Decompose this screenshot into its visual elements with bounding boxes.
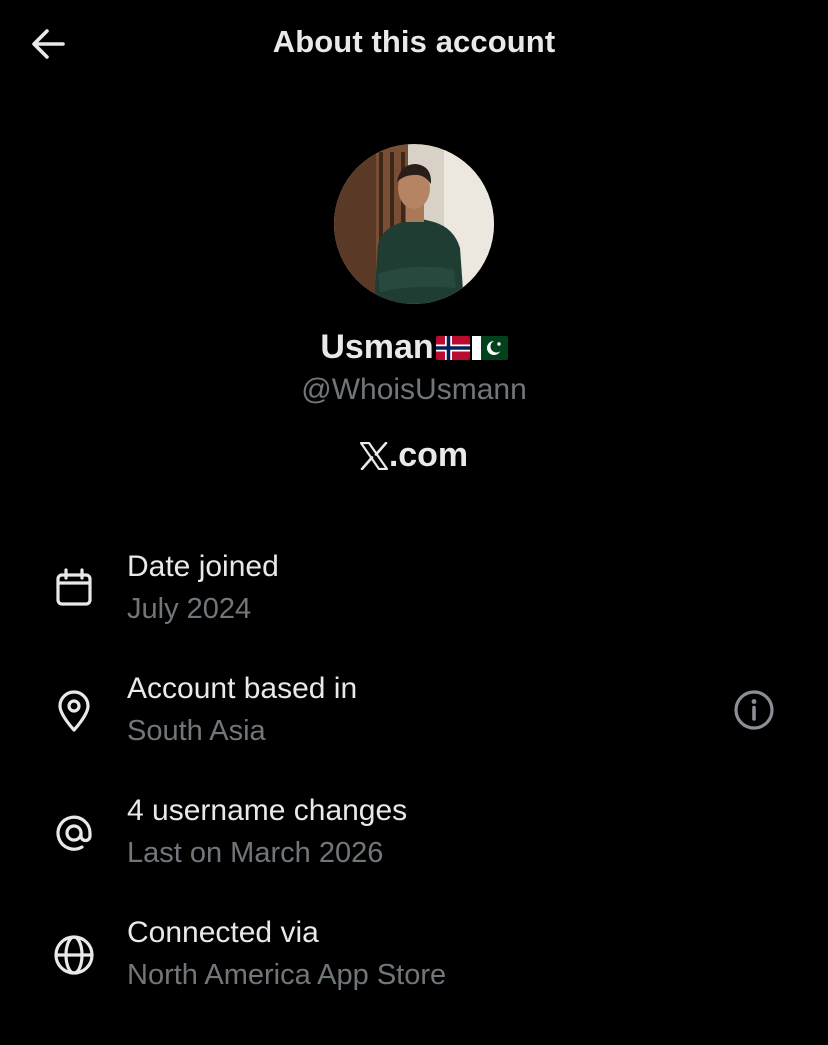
row-label: Account based in bbox=[127, 672, 358, 705]
calendar-icon bbox=[50, 564, 98, 612]
avatar[interactable] bbox=[334, 144, 494, 304]
info-button[interactable] bbox=[728, 686, 780, 738]
row-label: 4 username changes bbox=[127, 794, 408, 827]
username-handle: @WhoisUsmann bbox=[301, 373, 527, 406]
location-pin-icon bbox=[50, 687, 98, 735]
info-icon bbox=[732, 688, 776, 737]
flag-pakistan-icon bbox=[471, 335, 508, 360]
row-value: North America App Store bbox=[127, 959, 447, 991]
account-based-in-row: Account based in South Asia bbox=[0, 670, 828, 780]
row-label: Date joined bbox=[127, 550, 279, 583]
display-name: Usman bbox=[320, 328, 434, 366]
row-label: Connected via bbox=[127, 916, 319, 949]
header-bar: About this account bbox=[0, 0, 828, 90]
connected-via-row: Connected via North America App Store bbox=[0, 914, 828, 1024]
x-logo-icon bbox=[359, 441, 388, 470]
at-sign-icon bbox=[50, 809, 98, 857]
display-name-row: Usman bbox=[0, 328, 828, 367]
date-joined-row: Date joined July 2024 bbox=[0, 548, 828, 658]
globe-icon bbox=[50, 931, 98, 979]
account-source: .com bbox=[0, 436, 828, 475]
flag-norway-icon bbox=[435, 335, 470, 360]
page-title: About this account bbox=[272, 24, 556, 59]
row-value: South Asia bbox=[127, 715, 266, 747]
row-value: Last on March 2026 bbox=[127, 837, 384, 869]
username-changes-row: 4 username changes Last on March 2026 bbox=[0, 792, 828, 902]
source-text: .com bbox=[388, 436, 469, 474]
row-value: July 2024 bbox=[127, 593, 252, 625]
